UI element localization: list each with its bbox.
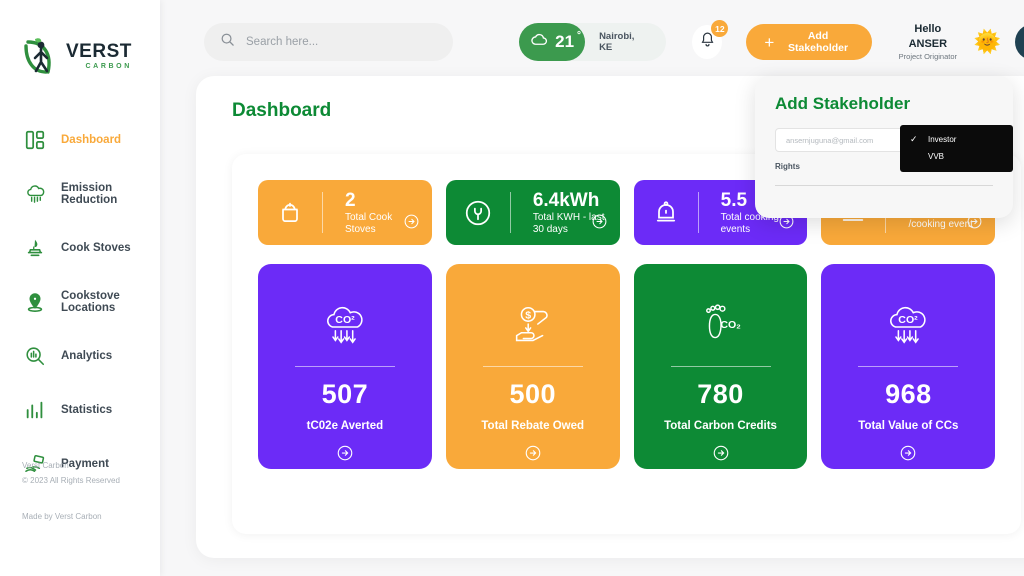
stat-card-label: Total Carbon Credits xyxy=(664,420,777,432)
stat-card-value: 780 xyxy=(697,379,744,410)
dropdown-option-label: Investor xyxy=(928,135,956,144)
sidebar-item-dashboard[interactable]: Dashboard xyxy=(0,118,160,162)
check-icon: ✓ xyxy=(910,134,928,145)
notifications-button[interactable]: 12 xyxy=(692,25,722,59)
weather-widget: 21° Nairobi, KE xyxy=(519,23,666,61)
search-bar[interactable] xyxy=(204,23,453,61)
mini-card-total-kwh[interactable]: 6.4kWh Total KWH - last 30 days xyxy=(446,180,620,245)
sidebar-item-cookstove-locations[interactable]: Cookstove Locations xyxy=(0,280,160,324)
cookstove-flame-icon xyxy=(22,235,48,261)
co2-cloud-arrows-icon: CO² xyxy=(316,296,374,356)
divider xyxy=(510,192,511,233)
add-stakeholder-button[interactable]: + Add Stakeholder xyxy=(746,24,871,60)
mini-card-value: 6.4kWh xyxy=(533,189,608,212)
stat-card-total-value-of-ccs[interactable]: CO² 968 Total Value of CCs xyxy=(821,264,995,469)
mini-card-value: 2 xyxy=(345,189,420,212)
add-stakeholder-modal: Add Stakeholder Rights ✓ Investor ✓ VVB xyxy=(755,76,1013,218)
divider xyxy=(775,185,993,186)
sidebar-item-label: Emission Reduction xyxy=(61,182,160,206)
dashboard-grid-icon xyxy=(22,127,48,153)
footer-company: Verst Carbon xyxy=(22,458,120,473)
footer-made-by: Made by Verst Carbon xyxy=(22,512,102,521)
carbon-footprint-icon: CO₂ xyxy=(694,296,748,356)
settings-button[interactable] xyxy=(1015,24,1024,60)
statistics-bar-chart-icon xyxy=(22,397,48,423)
dropdown-option-label: VVB xyxy=(928,152,944,161)
top-header: 21° Nairobi, KE 12 + Add Stakeholder xyxy=(160,0,1024,84)
cloche-bell-icon xyxy=(646,199,686,227)
divider xyxy=(322,192,323,233)
settings-button-wrap[interactable]: ! xyxy=(1015,24,1024,60)
sidebar-item-label: Cookstove Locations xyxy=(61,290,160,314)
divider xyxy=(671,366,771,367)
stat-card-tco2e-averted[interactable]: CO² 507 tC02e Averted xyxy=(258,264,432,469)
arrow-right-icon[interactable] xyxy=(712,444,730,467)
divider xyxy=(295,366,395,367)
money-hand-icon: $ xyxy=(504,296,562,356)
sidebar-item-label: Cook Stoves xyxy=(61,242,131,254)
sidebar-item-label: Dashboard xyxy=(61,134,121,146)
analytics-magnifier-icon xyxy=(22,343,48,369)
sidebar-item-analytics[interactable]: Analytics xyxy=(0,334,160,378)
rights-dropdown-menu[interactable]: ✓ Investor ✓ VVB xyxy=(900,125,1013,172)
sun-emoji-icon: 🌞 xyxy=(974,31,1001,53)
mini-card-cook-stoves[interactable]: 2 Total Cook Stoves xyxy=(258,180,432,245)
sidebar-item-label: Analytics xyxy=(61,350,112,362)
cooking-pot-icon xyxy=(270,199,310,227)
dropdown-option-vvb[interactable]: ✓ VVB xyxy=(900,148,1013,165)
user-profile[interactable]: Hello ANSER Project Originator xyxy=(898,22,958,62)
arrow-right-icon[interactable] xyxy=(591,213,608,235)
power-plug-icon xyxy=(458,198,498,228)
verst-leaf-person-logo-icon xyxy=(22,36,60,76)
cloud-icon xyxy=(530,32,549,52)
co2-cloud-arrows-icon: CO² xyxy=(879,296,937,356)
divider xyxy=(858,366,958,367)
arrow-right-icon[interactable] xyxy=(524,444,542,467)
stat-card-label: Total Value of CCs xyxy=(858,420,958,432)
map-pin-icon xyxy=(22,289,48,315)
svg-text:$: $ xyxy=(525,309,531,321)
add-stakeholder-label: Add Stakeholder xyxy=(782,30,854,54)
search-icon xyxy=(220,32,235,52)
sidebar-item-statistics[interactable]: Statistics xyxy=(0,388,160,432)
brand-logo[interactable]: VERST CARBON xyxy=(0,0,160,76)
divider xyxy=(698,192,699,233)
svg-text:CO²: CO² xyxy=(899,314,919,326)
stat-card-total-carbon-credits[interactable]: CO₂ 780 Total Carbon Credits xyxy=(634,264,808,469)
notification-count-badge: 12 xyxy=(711,20,728,37)
footer-copyright: © 2023 All Rights Reserved xyxy=(22,473,120,488)
stat-cards-row: CO² 507 tC02e Averted xyxy=(258,264,995,469)
brand-name: VERST xyxy=(66,42,132,61)
sidebar: VERST CARBON Dashboard xyxy=(0,0,160,576)
brand-subtitle: CARBON xyxy=(66,63,132,70)
divider xyxy=(483,366,583,367)
emission-cloud-icon xyxy=(22,181,48,207)
app-root: VERST CARBON Dashboard xyxy=(0,0,1024,576)
sidebar-item-cook-stoves[interactable]: Cook Stoves xyxy=(0,226,160,270)
weather-city: Nairobi, KE xyxy=(585,31,652,53)
user-greeting: Hello ANSER xyxy=(898,22,958,52)
sidebar-item-label: Statistics xyxy=(61,404,112,416)
search-input[interactable] xyxy=(246,36,437,48)
sidebar-item-emission-reduction[interactable]: Emission Reduction xyxy=(0,172,160,216)
weather-temp-value: 21° xyxy=(555,32,574,52)
modal-title: Add Stakeholder xyxy=(755,76,1013,114)
weather-temperature-pill: 21° xyxy=(519,23,585,61)
arrow-right-icon[interactable] xyxy=(899,444,917,467)
arrow-right-icon[interactable] xyxy=(403,213,420,235)
arrow-right-icon[interactable] xyxy=(336,444,354,467)
svg-text:CO₂: CO₂ xyxy=(720,319,741,331)
stat-card-value: 507 xyxy=(322,379,369,410)
sidebar-nav: Dashboard Emission Reduction xyxy=(0,118,160,486)
stat-card-value: 500 xyxy=(509,379,556,410)
plus-icon: + xyxy=(764,34,774,51)
stat-card-label: Total Rebate Owed xyxy=(481,420,584,432)
dropdown-option-investor[interactable]: ✓ Investor xyxy=(900,131,1013,148)
stat-card-total-rebate-owed[interactable]: $ 500 Total Rebate Owed xyxy=(446,264,620,469)
user-role: Project Originator xyxy=(898,52,958,62)
stat-card-value: 968 xyxy=(885,379,932,410)
stat-card-label: tC02e Averted xyxy=(307,420,384,432)
sidebar-footer: Verst Carbon © 2023 All Rights Reserved xyxy=(22,458,120,488)
svg-text:CO²: CO² xyxy=(335,314,355,326)
